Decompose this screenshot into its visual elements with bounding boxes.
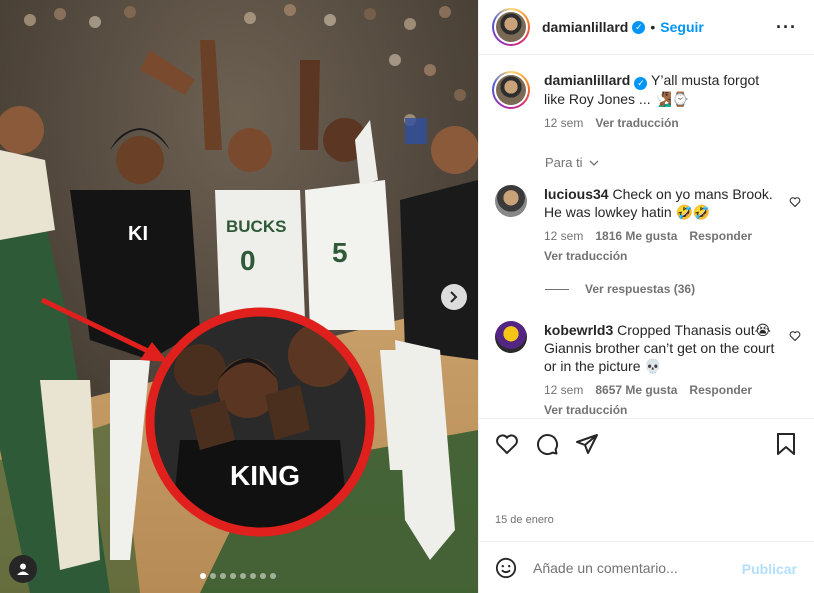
- author-avatar[interactable]: [492, 8, 530, 46]
- caption-avatar[interactable]: [492, 71, 530, 109]
- view-replies-button[interactable]: Ver respuestas (36): [545, 282, 695, 296]
- comment-bubble-icon[interactable]: [535, 432, 559, 456]
- comment-time[interactable]: 12 sem: [544, 227, 583, 245]
- translate-link[interactable]: Ver traducción: [544, 401, 784, 418]
- publish-button[interactable]: Publicar: [742, 561, 797, 577]
- translate-link[interactable]: Ver traducción: [544, 247, 784, 265]
- jersey-text-bucks: BUCKS: [226, 217, 286, 236]
- user-tag-icon: [17, 563, 29, 575]
- reply-button[interactable]: Responder: [689, 381, 752, 399]
- carousel-dot: [220, 573, 226, 579]
- verified-badge-icon: ✓: [632, 20, 646, 34]
- jersey-number-five: 5: [332, 237, 348, 268]
- post-actions-bar: [479, 418, 814, 474]
- caption-time[interactable]: 12 sem: [544, 114, 583, 132]
- comment-likes[interactable]: 1816 Me gusta: [595, 227, 677, 245]
- view-replies-label: Ver respuestas (36): [585, 282, 696, 296]
- translate-link[interactable]: Ver traducción: [595, 114, 678, 132]
- chevron-right-icon: [450, 291, 458, 303]
- share-send-icon[interactable]: [575, 432, 599, 456]
- carousel-dot: [270, 573, 276, 579]
- post-date[interactable]: 15 de enero: [495, 514, 554, 526]
- filter-label: Para ti: [545, 155, 583, 170]
- carousel-dot: [250, 573, 256, 579]
- shirt-print-text: KI: [128, 223, 148, 245]
- comments-list[interactable]: damianlillard ✓ Y’all musta forgot like R…: [479, 56, 814, 418]
- add-comment-bar: Publicar: [479, 541, 814, 593]
- emoji-smiley-icon[interactable]: [495, 557, 517, 579]
- jersey-number-zero: 0: [240, 245, 256, 276]
- commenter-username[interactable]: kobewrld3: [544, 322, 613, 338]
- post-header: damianlillard ✓ • Seguir ···: [479, 0, 814, 55]
- like-comment-heart-icon[interactable]: [789, 196, 801, 208]
- caption-username[interactable]: damianlillard: [544, 72, 630, 88]
- comment-item: lucious34 Check on yo mans Brook. He was…: [495, 185, 805, 265]
- carousel-dot: [200, 573, 206, 579]
- chevron-down-icon: [589, 160, 599, 166]
- like-comment-heart-icon[interactable]: [789, 330, 801, 342]
- carousel-dot: [210, 573, 216, 579]
- separator-dot: •: [650, 19, 656, 35]
- verified-badge-icon: ✓: [634, 76, 648, 90]
- post-side-panel: damianlillard ✓ • Seguir ··· damianlilla…: [478, 0, 814, 593]
- zoom-shirt-text: KING: [230, 460, 300, 491]
- reply-button[interactable]: Responder: [689, 227, 752, 245]
- carousel-next-button[interactable]: [441, 284, 467, 310]
- post-photo[interactable]: KI BUCKS 0 5 KING: [0, 0, 478, 593]
- author-username[interactable]: damianlillard: [542, 19, 628, 35]
- replies-line: [545, 288, 569, 290]
- more-options-icon[interactable]: ···: [776, 17, 797, 38]
- caption: damianlillard ✓ Y’all musta forgot like R…: [492, 71, 805, 132]
- team-celebration-image: KI BUCKS 0 5 KING: [0, 0, 478, 593]
- carousel-dot: [240, 573, 246, 579]
- like-heart-icon[interactable]: [495, 432, 519, 456]
- commenter-username[interactable]: lucious34: [544, 186, 609, 202]
- carousel-indicator: [200, 573, 276, 579]
- commenter-avatar[interactable]: [495, 185, 527, 217]
- carousel-dot: [230, 573, 236, 579]
- comment-likes[interactable]: 8657 Me gusta: [595, 381, 677, 399]
- tagged-users-button[interactable]: [9, 555, 37, 583]
- follow-button[interactable]: Seguir: [660, 19, 704, 35]
- comment-time[interactable]: 12 sem: [544, 381, 583, 399]
- comments-filter-dropdown[interactable]: Para ti: [545, 155, 599, 170]
- commenter-avatar[interactable]: [495, 321, 527, 353]
- save-bookmark-icon[interactable]: [775, 432, 797, 456]
- comment-item: kobewrld3 Cropped Thanasis out😭 Giannis …: [495, 321, 805, 418]
- comment-input[interactable]: [533, 559, 733, 576]
- carousel-dot: [260, 573, 266, 579]
